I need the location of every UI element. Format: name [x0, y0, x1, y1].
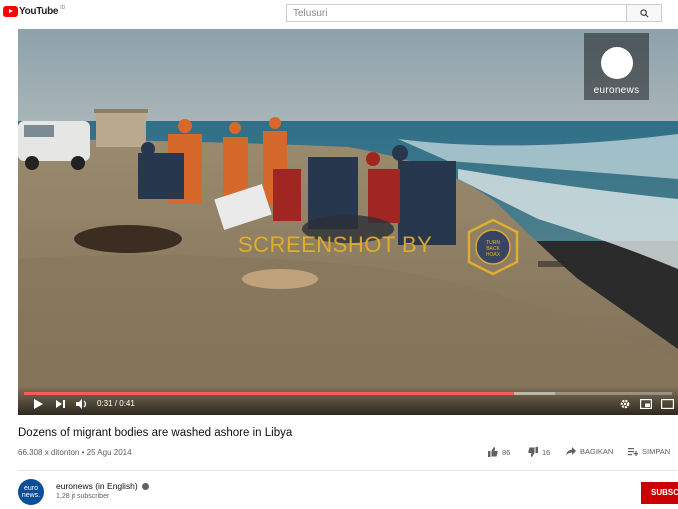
channel-name[interactable]: euronews (in English) [56, 481, 138, 491]
volume-button[interactable] [76, 399, 88, 409]
video-meta: 66.308 x ditonton • 25 Agu 2014 [18, 448, 132, 457]
theater-mode-button[interactable] [661, 399, 674, 409]
thumbs-up-icon [488, 447, 498, 457]
video-frame [18, 29, 678, 415]
volume-icon [76, 399, 87, 409]
miniplayer-button[interactable] [640, 399, 652, 409]
search-icon [639, 8, 648, 17]
play-button[interactable] [34, 399, 43, 409]
like-button[interactable]: 86 [488, 447, 510, 457]
channel-watermark-text: euronews [593, 85, 640, 96]
gear-icon [620, 399, 630, 409]
share-button[interactable]: BAGIKAN [566, 447, 613, 456]
search-button[interactable] [626, 4, 662, 22]
dislike-count: 16 [542, 447, 551, 457]
divider [18, 470, 678, 471]
progress-bar[interactable] [24, 392, 672, 395]
share-icon [566, 447, 576, 456]
dislike-button[interactable]: 16 [528, 447, 550, 457]
subscriber-count: 1,28 jt subscriber [56, 493, 110, 500]
search-input[interactable]: Telusuri [286, 4, 626, 22]
subscribe-button[interactable]: SUBSCR [641, 482, 678, 504]
save-label: SIMPAN [642, 447, 671, 456]
like-count: 86 [502, 447, 511, 457]
add-to-playlist-icon [628, 448, 638, 456]
miniplayer-icon [640, 399, 652, 409]
svg-text:HOAX: HOAX [486, 252, 501, 258]
theater-icon [661, 399, 674, 409]
buffered-bar [24, 392, 556, 395]
thumbs-down-icon [528, 447, 538, 457]
play-icon [34, 399, 43, 409]
top-bar: YouTube ID Telusuri [0, 0, 678, 28]
share-label: BAGIKAN [580, 447, 614, 456]
time-display: 0:31 / 0:41 [97, 399, 135, 408]
youtube-logo[interactable]: YouTube ID [3, 4, 66, 17]
channel-name-row[interactable]: euronews (in English) [56, 481, 149, 491]
channel-avatar[interactable]: euro news. [18, 479, 44, 505]
youtube-play-icon [3, 6, 18, 17]
euronews-globe-icon [601, 47, 633, 79]
next-button[interactable] [56, 399, 65, 409]
settings-button[interactable] [620, 399, 630, 409]
logo-text: YouTube [19, 6, 59, 17]
next-icon [56, 400, 65, 408]
logo-country-code: ID [60, 4, 66, 11]
save-button[interactable]: SIMPAN [628, 447, 670, 456]
screenshot-watermark: SCREENSHOT BY [238, 232, 433, 257]
verified-check-icon [141, 482, 149, 490]
video-title: Dozens of migrant bodies are washed asho… [18, 427, 293, 439]
turnbackhoax-badge-icon: TURN BACK HOAX [467, 218, 519, 276]
video-player[interactable]: euronews SCREENSHOT BY TURN BACK HOAX 0:… [18, 29, 678, 415]
channel-watermark: euronews [584, 33, 649, 100]
